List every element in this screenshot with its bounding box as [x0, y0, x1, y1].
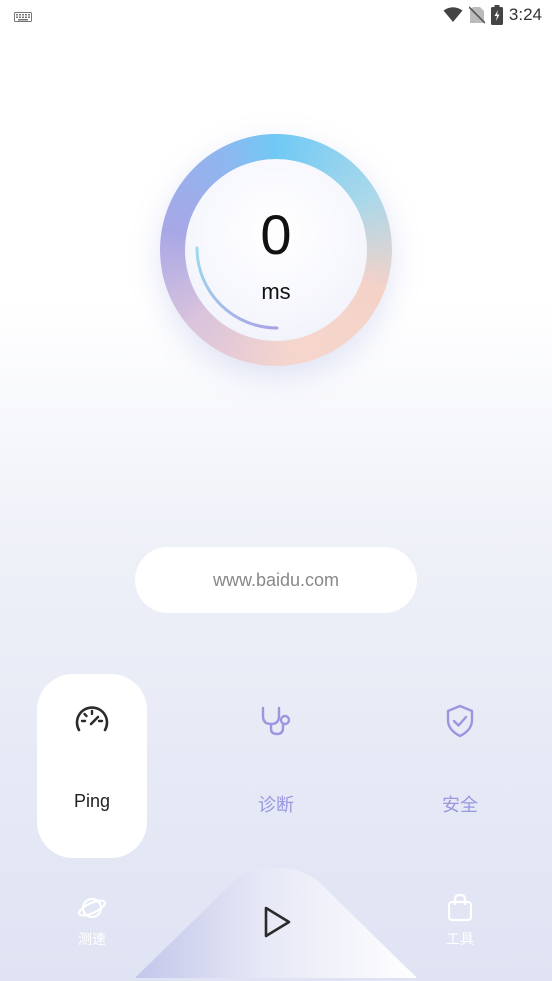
status-icons: 3:24 — [443, 5, 542, 25]
keyboard-icon — [14, 9, 32, 27]
latency-unit: ms — [261, 279, 291, 304]
shield-check-icon — [446, 704, 474, 738]
latency-gauge: 0 ms — [160, 134, 392, 366]
battery-charging-icon — [490, 5, 503, 25]
bag-icon — [447, 893, 473, 922]
nav-tools[interactable]: 工具 — [430, 893, 490, 953]
mode-diagnose-label: 诊断 — [258, 795, 294, 815]
planet-icon — [78, 897, 106, 919]
play-icon[interactable] — [256, 902, 296, 942]
latency-value: 0 — [260, 203, 292, 266]
nav-speed-test[interactable]: 测速 — [62, 893, 122, 953]
speedometer-icon — [75, 706, 109, 732]
mode-diagnose[interactable]: 诊断 — [221, 674, 331, 858]
stethoscope-icon — [261, 706, 291, 736]
no-sim-icon — [468, 6, 485, 24]
mode-ping[interactable]: Ping — [37, 674, 147, 858]
mode-ping-label: Ping — [73, 791, 111, 811]
nav-speed-test-label: 测速 — [78, 931, 106, 947]
nav-tools-label: 工具 — [446, 931, 474, 947]
status-bar: 3:24 — [0, 0, 552, 30]
url-input[interactable]: www.baidu.com — [135, 547, 417, 613]
mode-security-label: 安全 — [442, 795, 478, 815]
mode-security[interactable]: 安全 — [405, 674, 515, 858]
status-time: 3:24 — [508, 5, 542, 24]
wifi-icon — [443, 7, 463, 22]
